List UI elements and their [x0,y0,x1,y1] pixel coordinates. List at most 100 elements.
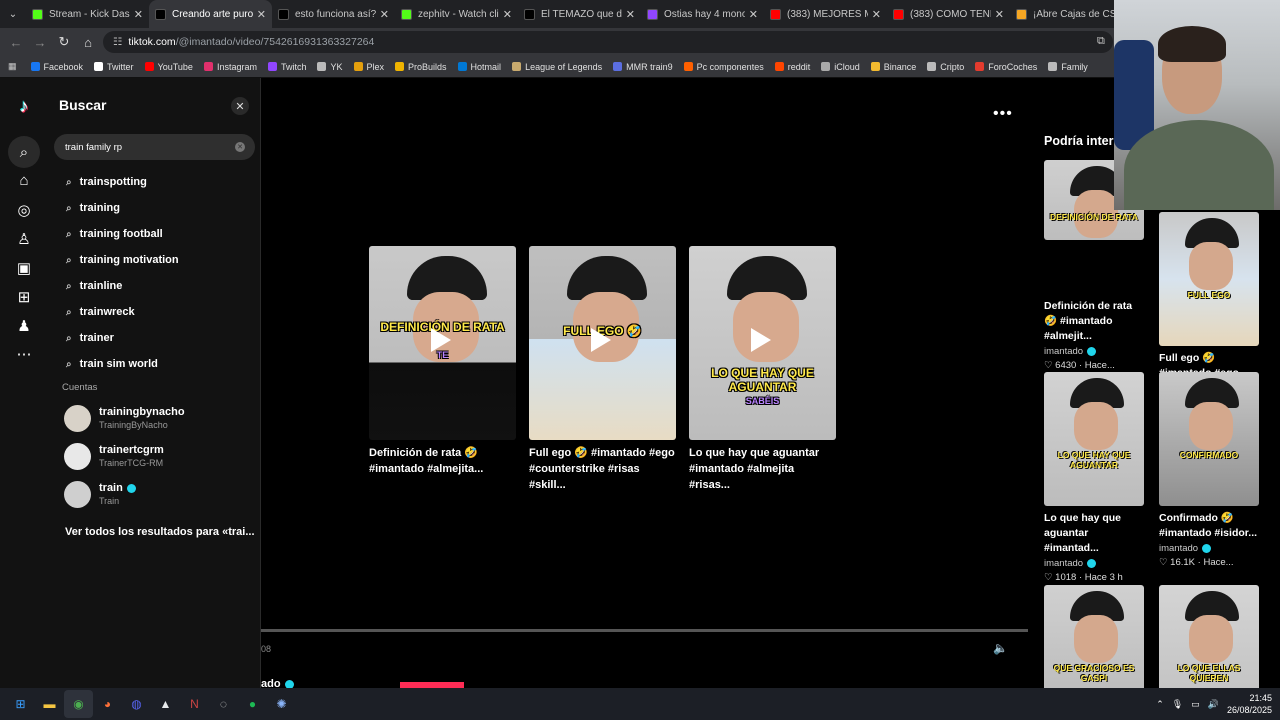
profile-icon[interactable]: ♟ [14,316,34,336]
recommended-title[interactable]: Confirmado 🤣 #imantado #isidor... [1159,511,1260,541]
bookmark-item[interactable]: Pc componentes [683,62,764,72]
more-options-icon[interactable]: ••• [993,105,1013,123]
tab-close-icon[interactable]: ✕ [749,8,758,21]
browser-tab[interactable]: Stream - Kick Dashbo ✕ [26,0,149,28]
clear-search-icon[interactable]: ✕ [235,142,245,152]
more-icon[interactable]: ⋯ [14,344,34,364]
browser-tab[interactable]: esto funciona así? #r ✕ [272,0,395,28]
search-suggestion[interactable]: ⌕ trainwreck [66,306,135,318]
recommended-author[interactable]: imantado [1159,543,1260,554]
play-icon[interactable] [591,328,611,352]
video-thumbnail[interactable]: FULL EGO 🤣 [529,246,676,440]
site-info-icon[interactable]: ☷ [113,36,122,48]
bookmark-item[interactable]: League of Legends [512,62,602,72]
search-suggestion[interactable]: ⌕ training football [66,228,163,240]
reload-icon[interactable]: ↻ [52,34,76,50]
browser-tab[interactable]: Ostias hay 4 monos ✕ [641,0,764,28]
search-suggestion[interactable]: ⌕ training [66,202,120,214]
recommended-thumbnail[interactable]: LO QUE HAY QUE AGUANTAR [1044,372,1144,506]
search-suggestion[interactable]: ⌕ trainline [66,280,122,292]
bookmark-item[interactable]: Facebook [30,62,83,72]
speaker-icon[interactable]: 🔊 [1208,699,1219,710]
tab-close-icon[interactable]: ✕ [503,8,512,21]
search-suggestion[interactable]: ⌕ train sim world [66,358,158,370]
account-result[interactable]: trainertcgrm TrainerTCG-RM [64,442,164,470]
bookmark-item[interactable]: Binance [870,62,916,72]
back-icon[interactable]: ← [4,35,28,50]
settings-icon[interactable]: ✺ [267,690,296,718]
video-title[interactable]: Full ego 🤣 #imantado #ego #counterstrike… [529,445,676,493]
tab-close-icon[interactable]: ✕ [872,8,881,21]
bookmark-item[interactable]: Twitter [94,62,134,72]
home-icon[interactable]: ⌂ [76,35,100,50]
recommended-author[interactable]: imantado [1044,558,1145,569]
tab-close-icon[interactable]: ✕ [134,8,143,21]
search-icon[interactable]: ⌕ [8,136,40,168]
volume-icon[interactable]: 🔈 [993,641,1008,655]
search-input[interactable]: train family rp ✕ [54,134,255,160]
play-icon[interactable] [431,328,451,352]
tray-chevron-icon[interactable]: ⌃ [1156,699,1164,710]
bookmark-item[interactable]: Plex [353,62,384,72]
spotify-icon[interactable]: ● [238,690,267,718]
video-title[interactable]: Lo que hay que aguantar #imantado #almej… [689,445,836,493]
browser-tab[interactable]: Creando arte puro ✕ [149,0,272,28]
bookmark-item[interactable]: YouTube [144,62,193,72]
obs-icon[interactable]: ▲ [151,690,180,718]
account-result[interactable]: trainingbynacho TrainingByNacho [64,404,185,432]
browser-tab[interactable]: El TEMAZO que dejó ✕ [518,0,641,28]
live-icon[interactable]: ▣ [14,258,34,278]
forward-icon[interactable]: → [28,35,52,50]
browser-tab[interactable]: (383) COMO TENER S ✕ [887,0,1010,28]
bookmark-item[interactable]: Instagram [203,62,257,72]
tab-close-icon[interactable]: ✕ [257,8,266,21]
video-thumbnail[interactable]: DEFINICIÓN DE RATA TE [369,246,516,440]
video-card[interactable]: LO QUE HAY QUE AGUANTAR SABÉIS Lo que ha… [689,246,836,493]
recommended-title[interactable]: Lo que hay que aguantar #imantad... [1044,511,1145,556]
bookmark-item[interactable]: YK [317,62,343,72]
recommended-thumbnail[interactable]: CONFIRMADO [1159,372,1259,506]
search-suggestion[interactable]: ⌕ trainspotting [66,176,147,188]
following-icon[interactable]: ♙ [14,229,34,249]
steam-icon[interactable]: ◌ [209,690,238,718]
firefox-icon[interactable]: ◕ [93,690,122,718]
tab-close-icon[interactable]: ✕ [626,8,635,21]
bookmark-item[interactable]: ForoCoches [975,62,1037,72]
video-card[interactable]: FULL EGO 🤣 Full ego 🤣 #imantado #ego #co… [529,246,676,493]
video-card[interactable]: DEFINICIÓN DE RATA TE Definición de rata… [369,246,516,477]
bookmark-item[interactable]: Cripto [927,62,964,72]
bookmark-item[interactable]: Family [1048,62,1088,72]
account-result[interactable]: train Train [64,480,136,508]
bookmark-item[interactable]: ProBuilds [395,62,447,72]
recommended-video[interactable]: CONFIRMADO Confirmado 🤣 #imantado #isido… [1159,372,1260,568]
network-icon[interactable]: ▭ [1191,699,1200,710]
tiktok-logo-icon[interactable]: ♪ [14,96,34,116]
search-suggestion[interactable]: ⌕ training motivation [66,254,179,266]
bookmark-item[interactable]: reddit [774,62,810,72]
clock[interactable]: 21:45 26/08/2025 [1227,692,1272,716]
browser-tab[interactable]: zephitv - Watch clips ✕ [395,0,518,28]
close-icon[interactable]: ✕ [231,97,249,115]
mic-icon[interactable]: 🎙 [1172,699,1183,710]
home-nav-icon[interactable]: ⌂ [14,170,34,190]
upload-icon[interactable]: ⊞ [14,287,34,307]
url-bar[interactable]: ☷ tiktok.com/@imantado/video/75426169313… [103,31,1113,53]
discord-icon[interactable]: ◍ [122,690,151,718]
tab-search-icon[interactable]: ⌄ [0,0,26,28]
next-icon[interactable]: N [180,690,209,718]
bookmark-item[interactable]: Twitch [267,62,306,72]
explore-icon[interactable]: ◎ [14,200,34,220]
bookmark-item[interactable]: iCloud [821,62,860,72]
video-title[interactable]: Definición de rata 🤣 #imantado #almejita… [369,445,516,477]
tab-close-icon[interactable]: ✕ [995,8,1004,21]
recommended-thumbnail[interactable]: FULL EGO [1159,212,1259,346]
windows-start-icon[interactable]: ⊞ [6,690,35,718]
chrome-icon[interactable]: ◉ [64,690,93,718]
video-progress-bar[interactable] [261,629,1028,632]
tab-close-icon[interactable]: ✕ [380,8,389,21]
apps-grid-icon[interactable]: ▦ [8,61,17,72]
install-app-icon[interactable]: ⧉ [1097,35,1105,48]
search-suggestion[interactable]: ⌕ trainer [66,332,114,344]
bookmark-item[interactable]: Hotmail [457,62,501,72]
video-thumbnail[interactable]: LO QUE HAY QUE AGUANTAR SABÉIS [689,246,836,440]
